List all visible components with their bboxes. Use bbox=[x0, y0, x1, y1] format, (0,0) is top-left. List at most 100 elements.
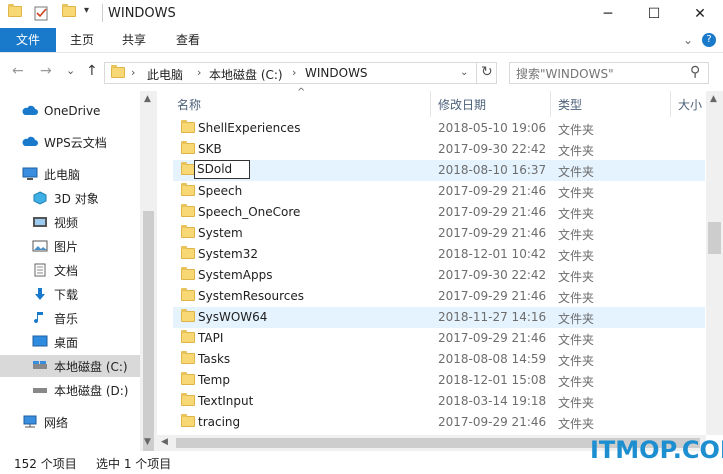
back-button[interactable]: ← bbox=[12, 63, 24, 79]
file-date: 2018-11-27 14:16 bbox=[438, 310, 547, 324]
sidebar-item-this-pc[interactable]: 此电脑 bbox=[0, 163, 162, 185]
scroll-up-arrow-icon[interactable]: ▲ bbox=[710, 94, 717, 104]
window-title: WINDOWS bbox=[108, 6, 176, 21]
file-type: 文件夹 bbox=[558, 123, 595, 137]
table-row[interactable]: Speech_OneCore 2017-09-29 21:46 文件夹 bbox=[173, 202, 705, 223]
file-name: Speech bbox=[198, 184, 243, 198]
folder-icon bbox=[181, 183, 195, 196]
table-row[interactable]: ShellExperiences 2018-05-10 19:06 文件夹 bbox=[173, 118, 705, 139]
document-icon bbox=[34, 263, 46, 277]
sidebar-item-onedrive[interactable]: OneDrive bbox=[0, 100, 162, 122]
table-row[interactable]: Tasks 2018-08-08 14:59 文件夹 bbox=[173, 349, 705, 370]
tab-share[interactable]: 共享 bbox=[114, 28, 154, 52]
customize-quick-access-icon[interactable]: ▾ bbox=[84, 5, 89, 16]
column-header-size[interactable]: 大小 bbox=[678, 96, 702, 113]
rename-input[interactable]: SDold bbox=[194, 160, 250, 179]
help-icon[interactable]: ? bbox=[702, 33, 716, 47]
sidebar-item-label: 3D 对象 bbox=[54, 191, 99, 206]
table-row[interactable]: SystemApps 2017-09-30 22:42 文件夹 bbox=[173, 265, 705, 286]
file-name: SKB bbox=[198, 142, 222, 156]
selected-count: 选中 1 个项目 bbox=[96, 457, 172, 471]
file-name: System32 bbox=[198, 247, 259, 261]
breadcrumb-this-pc[interactable]: 此电脑 bbox=[147, 66, 183, 83]
sidebar-item-local-disk-c[interactable]: 本地磁盘 (C:) bbox=[0, 355, 140, 377]
new-folder-icon[interactable] bbox=[62, 4, 76, 20]
table-row[interactable]: SDold 2018-08-10 16:37 文件夹 bbox=[173, 160, 705, 181]
table-row[interactable]: System32 2018-12-01 10:42 文件夹 bbox=[173, 244, 705, 265]
sort-ascending-icon: ^ bbox=[297, 87, 306, 98]
scroll-left-arrow-icon[interactable]: ◀ bbox=[161, 437, 168, 447]
file-list: ^ 名称 修改日期 类型 大小 ShellExperiences 2018-05-… bbox=[157, 87, 706, 435]
table-row[interactable]: TextInput 2018-03-14 19:18 文件夹 bbox=[173, 391, 705, 412]
column-divider[interactable] bbox=[550, 91, 551, 117]
file-type: 文件夹 bbox=[558, 396, 595, 410]
expand-ribbon-icon[interactable]: ⌄ bbox=[680, 28, 696, 52]
scroll-down-arrow-icon[interactable]: ▼ bbox=[144, 437, 151, 447]
column-divider[interactable] bbox=[670, 91, 671, 117]
file-date: 2018-08-08 14:59 bbox=[438, 352, 547, 366]
table-row[interactable]: SKB 2017-09-30 22:42 文件夹 bbox=[173, 139, 705, 160]
column-header-type[interactable]: 类型 bbox=[558, 96, 582, 113]
sidebar-item-label: 此电脑 bbox=[44, 167, 81, 182]
breadcrumb-local-disk-c[interactable]: 本地磁盘 (C:) bbox=[209, 66, 283, 83]
address-bar[interactable]: › 此电脑 › 本地磁盘 (C:) › WINDOWS ⌄ ↻ bbox=[104, 62, 497, 84]
network-icon bbox=[23, 415, 37, 428]
file-date: 2017-09-29 21:46 bbox=[438, 205, 547, 219]
refresh-button[interactable]: ↻ bbox=[481, 64, 493, 80]
sidebar-item-label: 本地磁盘 (D:) bbox=[54, 383, 129, 398]
forward-button[interactable]: → bbox=[40, 63, 52, 79]
table-row[interactable]: TAPI 2017-09-29 21:46 文件夹 bbox=[173, 328, 705, 349]
table-row[interactable]: SystemResources 2017-09-29 21:46 文件夹 bbox=[173, 286, 705, 307]
table-row[interactable]: tracing 2017-09-29 21:46 文件夹 bbox=[173, 412, 705, 433]
search-icon[interactable]: ⚲ bbox=[690, 64, 700, 80]
table-row[interactable]: System 2017-09-29 21:46 文件夹 bbox=[173, 223, 705, 244]
file-type: 文件夹 bbox=[558, 312, 595, 326]
navigation-pane-scrollbar-thumb[interactable] bbox=[143, 211, 154, 451]
folder-icon bbox=[181, 162, 195, 175]
file-list-scrollbar[interactable] bbox=[706, 91, 723, 435]
table-row[interactable]: Temp 2018-12-01 15:08 文件夹 bbox=[173, 370, 705, 391]
sidebar-item-label: 图片 bbox=[54, 239, 79, 254]
sidebar-item-network[interactable]: 网络 bbox=[0, 411, 162, 433]
search-input[interactable] bbox=[514, 65, 688, 83]
computer-icon bbox=[22, 167, 38, 180]
cloud-icon bbox=[22, 105, 38, 115]
address-dropdown-icon[interactable]: ⌄ bbox=[460, 67, 468, 78]
up-button[interactable]: ↑ bbox=[86, 63, 98, 79]
search-box[interactable]: ⚲ bbox=[509, 62, 709, 84]
scroll-up-arrow-icon[interactable]: ▲ bbox=[144, 94, 151, 104]
file-date: 2017-09-30 22:42 bbox=[438, 268, 547, 282]
column-divider[interactable] bbox=[430, 91, 431, 117]
breadcrumb-windows[interactable]: WINDOWS bbox=[305, 66, 368, 80]
table-row[interactable]: SysWOW64 2018-11-27 14:16 文件夹 bbox=[173, 307, 705, 328]
folder-icon bbox=[181, 393, 195, 406]
file-name: System bbox=[198, 226, 243, 240]
minimize-button[interactable]: ─ bbox=[585, 0, 631, 28]
folder-icon bbox=[181, 120, 195, 133]
file-date: 2018-05-10 19:06 bbox=[438, 121, 547, 135]
tab-file[interactable]: 文件 bbox=[0, 28, 56, 52]
file-type: 文件夹 bbox=[558, 354, 595, 368]
drive-icon bbox=[33, 388, 47, 393]
folder-icon bbox=[181, 225, 195, 238]
sidebar-item-wps-cloud[interactable]: WPS云文档 bbox=[0, 131, 162, 153]
sidebar-item-label: 文档 bbox=[54, 263, 79, 278]
picture-icon bbox=[32, 240, 48, 252]
file-list-scrollbar-thumb[interactable] bbox=[708, 222, 721, 254]
column-header-date[interactable]: 修改日期 bbox=[438, 96, 486, 113]
breadcrumb-separator: › bbox=[197, 66, 202, 79]
tab-view[interactable]: 查看 bbox=[168, 28, 208, 52]
watermark: ITMOP.COM bbox=[590, 436, 723, 464]
file-date: 2018-12-01 10:42 bbox=[438, 247, 547, 261]
close-button[interactable]: ✕ bbox=[677, 0, 723, 28]
table-row[interactable]: Speech 2017-09-29 21:46 文件夹 bbox=[173, 181, 705, 202]
column-header-name[interactable]: 名称 bbox=[177, 96, 201, 113]
breadcrumb-separator: › bbox=[131, 66, 136, 79]
maximize-button[interactable]: ☐ bbox=[631, 0, 677, 28]
title-bar: ▾ WINDOWS ─ ☐ ✕ bbox=[0, 0, 723, 28]
sidebar-item-label: 网络 bbox=[44, 415, 69, 430]
file-type: 文件夹 bbox=[558, 291, 595, 305]
properties-icon[interactable] bbox=[34, 5, 48, 21]
tab-home[interactable]: 主页 bbox=[62, 28, 102, 52]
recent-locations-icon[interactable]: ⌄ bbox=[66, 64, 75, 77]
